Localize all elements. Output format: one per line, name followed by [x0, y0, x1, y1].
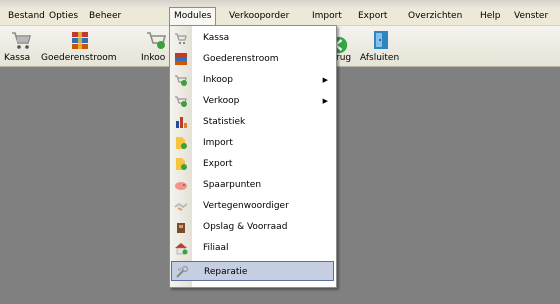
menu-item-label: Goederenstroom [203, 54, 279, 64]
cart-icon [175, 33, 187, 44]
house-icon [175, 243, 188, 255]
menu-help[interactable]: Help [480, 8, 501, 25]
menu-item-label: Opslag & Voorraad [203, 222, 288, 232]
menu-item-label: Export [203, 159, 233, 169]
toolbar-goederenstroom-button[interactable]: Goederenstroom [41, 26, 119, 66]
menu-item-statistiek[interactable]: Statistiek [170, 112, 336, 132]
exit-door-icon [374, 31, 388, 49]
handshake-icon [174, 202, 188, 211]
menu-item-vertegenwoordiger[interactable]: Vertegenwoordiger [170, 196, 336, 216]
toolbar-kassa-label: Kassa [4, 53, 31, 63]
menu-item-label: Kassa [203, 33, 230, 43]
warehouse-icon [177, 223, 185, 233]
cart-green-icon [175, 96, 187, 107]
menu-beheer[interactable]: Beheer [89, 8, 121, 25]
toolbar-terug-button[interactable]: rug [330, 26, 356, 66]
menu-item-goederenstroom[interactable]: Goederenstroom [170, 49, 336, 69]
toolbar-terug-label: rug [336, 53, 352, 63]
menu-item-filiaal[interactable]: Filiaal [170, 238, 336, 258]
menu-item-export[interactable]: Export [170, 154, 336, 174]
boxes-icon [175, 53, 187, 65]
menu-bestand[interactable]: Bestand [8, 8, 45, 25]
menu-venster[interactable]: Venster [514, 8, 548, 25]
submenu-arrow-icon: ▶ [322, 97, 328, 105]
boxes-icon [72, 32, 88, 49]
toolbar-goederenstroom-label: Goederenstroom [41, 53, 117, 63]
menu-item-label: Filiaal [203, 243, 229, 253]
modules-dropdown-menu: Kassa Goederenstroom Inkoop ▶ Verkoop ▶ … [169, 25, 337, 288]
export-doc-icon [176, 158, 187, 170]
menu-item-import[interactable]: Import [170, 133, 336, 153]
menu-item-label: Spaarpunten [203, 180, 262, 190]
menu-item-spaarpunten[interactable]: Spaarpunten [170, 175, 336, 195]
menu-item-kassa[interactable]: Kassa [170, 28, 336, 48]
toolbar-inkoop-button[interactable]: Inkoo [141, 26, 169, 66]
toolbar-afsluiten-label: Afsluiten [360, 53, 400, 63]
cart-green-icon [175, 75, 187, 86]
toolbar-inkoop-label: Inkoo [141, 53, 166, 63]
menu-export[interactable]: Export [358, 8, 387, 25]
bar-chart-icon [176, 117, 187, 128]
menu-verkooporder[interactable]: Verkooporder [229, 8, 289, 25]
toolbar-kassa-button[interactable]: Kassa [4, 26, 40, 66]
menu-overzichten[interactable]: Overzichten [408, 8, 462, 25]
window-top-edge [0, 0, 560, 8]
toolbar-afsluiten-button[interactable]: Afsluiten [360, 26, 402, 66]
cart-icon [12, 32, 32, 49]
cart-green-icon [147, 32, 167, 49]
menu-item-verkoop[interactable]: Verkoop ▶ [170, 91, 336, 111]
menu-item-label: Vertegenwoordiger [203, 201, 289, 211]
submenu-arrow-icon: ▶ [322, 76, 328, 84]
menu-item-label: Statistiek [203, 117, 246, 127]
menu-item-label: Inkoop [203, 75, 233, 85]
menu-item-label: Verkoop [203, 96, 240, 106]
menu-bar: Bestand Opties Beheer Modules Verkoopord… [0, 7, 560, 26]
piggy-bank-icon [175, 182, 187, 190]
menu-import[interactable]: Import [312, 8, 342, 25]
menu-item-opslag-voorraad[interactable]: Opslag & Voorraad [170, 217, 336, 237]
menu-item-label: Import [203, 138, 233, 148]
menu-item-inkoop[interactable]: Inkoop ▶ [170, 70, 336, 90]
menu-item-reparatie[interactable]: Reparatie [171, 261, 334, 281]
menu-item-label: Reparatie [204, 267, 248, 277]
menu-opties[interactable]: Opties [49, 8, 78, 25]
tools-icon [176, 265, 189, 278]
menu-modules[interactable]: Modules [169, 7, 217, 26]
import-doc-icon [176, 137, 187, 149]
